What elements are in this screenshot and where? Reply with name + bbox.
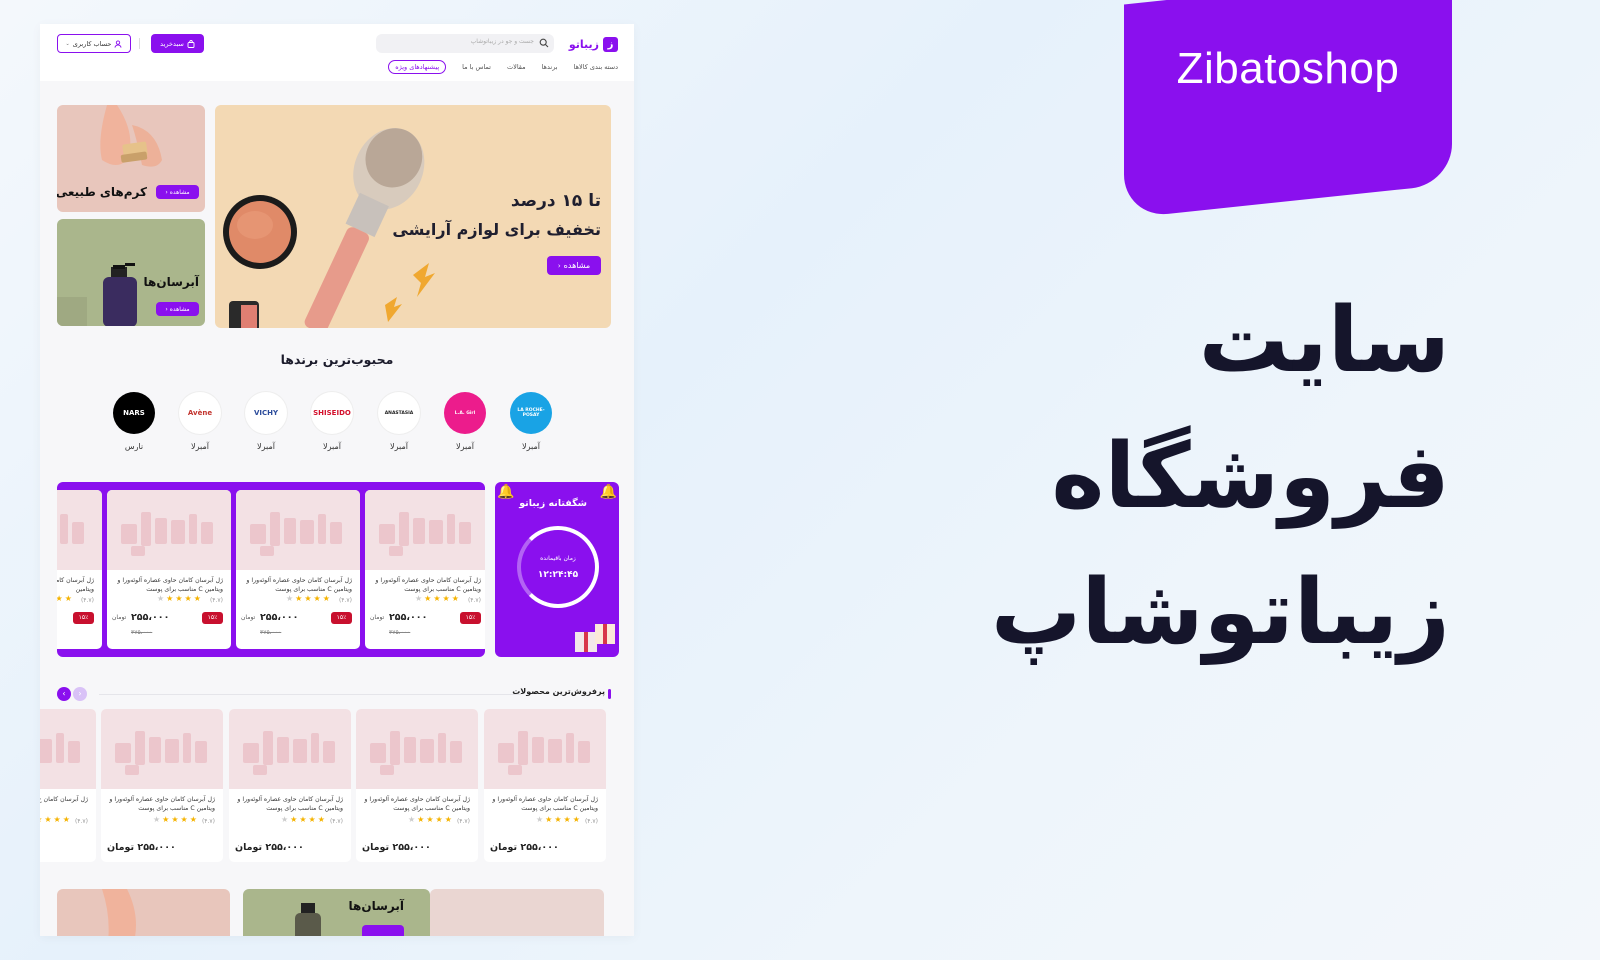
star-icon: ★ <box>545 815 553 824</box>
star-icon: ★ <box>408 815 416 824</box>
product-rating: (۴.۷) <box>584 818 598 825</box>
bestseller-product-card[interactable]: ژل آبرسان کامان حاوی عصاره آلوئه‌ورا و وی… <box>356 709 478 862</box>
bestseller-product-card[interactable]: ژل آبرسان کامان حاوی عصاره آلوئه‌ورا و وی… <box>484 709 606 862</box>
headline-line-3: زیباتوشاپ <box>990 560 1450 665</box>
bestseller-product-card[interactable]: ژل آبرسان کامان ح ★★★★★ (۴.۷) <box>40 709 96 862</box>
product-price: ۲۵۵،۰۰۰ تومان <box>490 842 559 853</box>
hand-illustration <box>102 889 136 936</box>
star-icon: ★ <box>53 815 61 824</box>
star-icon: ★ <box>308 815 316 824</box>
bestseller-product-card[interactable]: ژل آبرسان کامان حاوی عصاره آلوئه‌ورا و وی… <box>229 709 351 862</box>
star-icon: ★ <box>153 815 161 824</box>
bottom-banner-1[interactable] <box>430 889 604 936</box>
product-price: ۲۵۵،۰۰۰ تومان <box>107 842 176 853</box>
product-name: ویتامین C مناسب برای پوست <box>521 805 598 812</box>
product-image <box>356 709 478 789</box>
bestseller-product-card[interactable]: ژل آبرسان کامان حاوی عصاره آلوئه‌ورا و وی… <box>101 709 223 862</box>
star-icon: ★ <box>299 815 307 824</box>
bottom-banner-2[interactable]: آبرسان‌ها <box>243 889 430 936</box>
website-mockup: ز زیباتو جست و جو در زیباتوشاپ سبدخرید ⌄… <box>40 24 634 936</box>
product-image <box>101 709 223 789</box>
star-icon: ★ <box>180 815 188 824</box>
serum-bottle-illustration <box>295 903 321 936</box>
star-icon: ★ <box>435 815 443 824</box>
star-icon: ★ <box>44 815 52 824</box>
product-name: ویتامین C مناسب برای پوست <box>138 805 215 812</box>
star-icon: ★ <box>281 815 289 824</box>
product-name: ویتامین C مناسب برای پوست <box>266 805 343 812</box>
product-image <box>484 709 606 789</box>
rating-stars: ★★★★★ <box>153 815 197 824</box>
rating-stars: ★★★★★ <box>536 815 580 824</box>
star-icon: ★ <box>563 815 571 824</box>
product-rating: (۴.۷) <box>456 818 470 825</box>
product-image <box>229 709 351 789</box>
star-icon: ★ <box>40 815 42 824</box>
product-image <box>40 709 96 789</box>
star-icon: ★ <box>189 815 197 824</box>
bottom-banner-3[interactable] <box>57 889 230 936</box>
star-icon: ★ <box>162 815 170 824</box>
rating-stars: ★★★★★ <box>40 815 70 824</box>
product-rating: (۴.۷) <box>201 818 215 825</box>
star-icon: ★ <box>290 815 298 824</box>
product-rating: (۴.۷) <box>329 818 343 825</box>
bestsellers-cards: ژل آبرسان کامان حاوی عصاره آلوئه‌ورا و وی… <box>40 24 634 936</box>
star-icon: ★ <box>572 815 580 824</box>
brand-tab-text: Zibatoshop <box>1176 44 1400 93</box>
product-name: ژل آبرسان کامان ح <box>40 796 88 803</box>
star-icon: ★ <box>554 815 562 824</box>
rating-stars: ★★★★★ <box>281 815 325 824</box>
headline-line-2: فروشگاه <box>1051 424 1450 529</box>
brand-tab <box>1124 0 1452 219</box>
product-rating: (۴.۷) <box>74 818 88 825</box>
product-price: ۲۵۵،۰۰۰ تومان <box>362 842 431 853</box>
bottom-banner-2-button[interactable] <box>362 925 404 936</box>
star-icon: ★ <box>171 815 179 824</box>
star-icon: ★ <box>426 815 434 824</box>
rating-stars: ★★★★★ <box>408 815 452 824</box>
product-price: ۲۵۵،۰۰۰ تومان <box>235 842 304 853</box>
product-name: ویتامین C مناسب برای پوست <box>393 805 470 812</box>
headline-line-1: سایت <box>1198 288 1450 393</box>
star-icon: ★ <box>417 815 425 824</box>
star-icon: ★ <box>444 815 452 824</box>
bottom-banner-2-title: آبرسان‌ها <box>348 899 404 913</box>
star-icon: ★ <box>536 815 544 824</box>
star-icon: ★ <box>62 815 70 824</box>
star-icon: ★ <box>317 815 325 824</box>
